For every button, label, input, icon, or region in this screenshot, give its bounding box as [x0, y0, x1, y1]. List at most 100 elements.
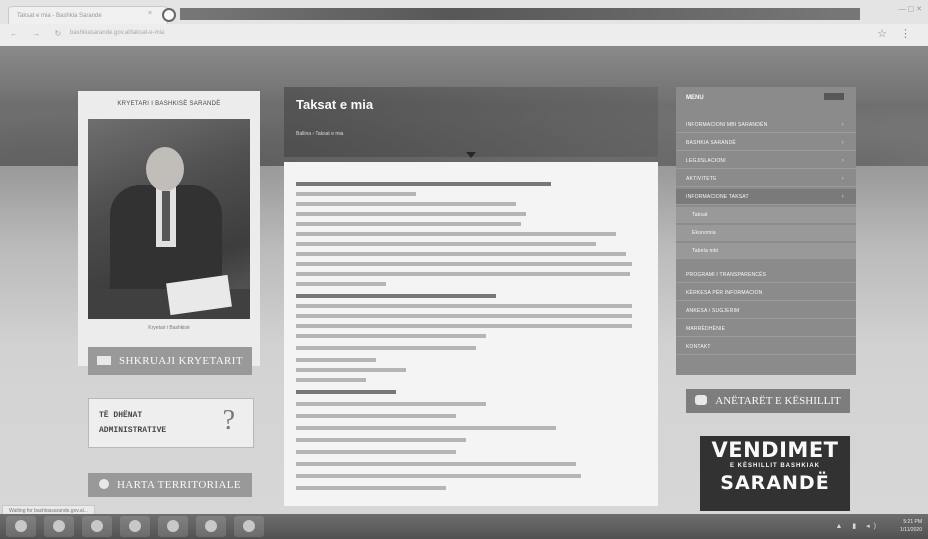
admin-line2: ADMINISTRATIVE: [99, 426, 167, 435]
person-tie: [162, 191, 170, 241]
menu-subitem-economy[interactable]: Ekonomia: [676, 225, 856, 241]
text-line: [296, 314, 632, 318]
menu-item-information[interactable]: INFORMACIONI MBI SARANDËN ›: [676, 117, 856, 133]
windows-icon: [15, 520, 27, 532]
menu-item-complaints[interactable]: ANKESA / SUGJERIM: [676, 303, 856, 319]
browser-menu-icons[interactable]: ☆ ⋮: [877, 27, 916, 40]
mayor-caption: Kryetari i Bashkisë: [148, 325, 190, 331]
text-line: [296, 346, 476, 350]
text-line: [296, 272, 630, 276]
browser-tab[interactable]: Taksat e mia - Bashkia Sarande: [8, 6, 168, 25]
menu-item-label: Ekonomia: [692, 230, 716, 236]
taskbar-word[interactable]: [196, 516, 226, 537]
new-tab-button[interactable]: [162, 8, 176, 22]
menu-subitem-table[interactable]: Tabela mbi: [676, 243, 856, 259]
text-line: [296, 202, 516, 206]
media-icon: [243, 520, 255, 532]
app-icon: [129, 520, 141, 532]
menu-item-taxes[interactable]: INFORMACIONE TAKSAT ›: [676, 189, 856, 205]
chrome-icon: [167, 520, 179, 532]
menu-item-activities[interactable]: AKTIVITETE ›: [676, 171, 856, 187]
text-line: [296, 414, 456, 418]
vendimet-line1: VENDIMET: [711, 438, 839, 462]
address-bar: ← → ↻ bashkiasarande.gov.al/taksat-e-mia…: [0, 24, 928, 47]
mayor-photo[interactable]: [88, 119, 250, 319]
menu-item-label: KËRKESA PËR INFORMACION: [686, 290, 763, 296]
folder-icon: [91, 520, 103, 532]
breadcrumb[interactable]: Ballina › Taksat e mia: [296, 131, 343, 137]
close-tab-icon[interactable]: ×: [148, 10, 152, 17]
text-line: [296, 212, 526, 216]
menu-item-legislation[interactable]: LEGJISLACIONI ›: [676, 153, 856, 169]
text-line: [296, 358, 376, 362]
menu-item-label: LEGJISLACIONI: [686, 158, 726, 164]
menu-item-label: BASHKIA SARANDË: [686, 140, 736, 146]
admin-line1: TË DHËNAT: [99, 411, 143, 420]
menu-item-information-request[interactable]: KËRKESA PËR INFORMACION: [676, 285, 856, 301]
taskbar-app[interactable]: [120, 516, 150, 537]
vendimet-line2: E KËSHILLIT BASHKIAK: [729, 463, 820, 469]
question-mark-icon: ?: [222, 405, 235, 436]
header-notch: [466, 152, 476, 158]
text-line: [296, 294, 496, 298]
mayor-title: KRYETARI I BASHKISË SARANDË: [117, 101, 221, 107]
window-controls[interactable]: — ▢ ✕: [899, 5, 922, 13]
hamburger-icon[interactable]: [824, 93, 844, 100]
text-line: [296, 222, 521, 226]
menu-title: MENU: [686, 95, 704, 101]
menu-item-label: MARRËDHËNIE: [686, 326, 726, 332]
clock-date: 1/11/2020: [900, 527, 922, 533]
main-menu: MENU INFORMACIONI MBI SARANDËN › BASHKIA …: [676, 87, 856, 375]
text-line: [296, 182, 551, 186]
text-line: [296, 282, 386, 286]
toolbar-strip: [180, 8, 860, 20]
chevron-right-icon: ›: [841, 122, 844, 128]
menu-item-label: INFORMACIONE TAKSAT: [686, 194, 749, 200]
menu-item-municipality[interactable]: BASHKIA SARANDË ›: [676, 135, 856, 151]
page-title: Taksat e mia: [296, 97, 374, 112]
taskbar-ie[interactable]: [44, 516, 74, 537]
text-line: [296, 486, 446, 490]
menu-subitem-taxes[interactable]: Taksat: [676, 207, 856, 223]
menu-item-contact[interactable]: KONTAKT: [676, 339, 856, 355]
menu-item-label: KONTAKT: [686, 344, 711, 350]
internet-explorer-icon: [53, 520, 65, 532]
administrative-data-button[interactable]: TË DHËNAT ADMINISTRATIVE ?: [88, 398, 254, 448]
content-header: Taksat e mia Ballina › Taksat e mia: [284, 87, 658, 157]
council-members-button[interactable]: ANËTARËT E KËSHILLIT: [686, 389, 850, 413]
menu-item-label: INFORMACIONI MBI SARANDËN: [686, 122, 768, 128]
menu-item-label: AKTIVITETE: [686, 176, 717, 182]
menu-item-relations[interactable]: MARRËDHËNIE: [676, 321, 856, 337]
chevron-right-icon: ›: [841, 176, 844, 182]
taskbar-explorer[interactable]: [82, 516, 112, 537]
map-pin-icon: [98, 479, 109, 489]
url-field[interactable]: bashkiasarande.gov.al/taksat-e-mia: [70, 30, 164, 36]
mayor-panel: KRYETARI I BASHKISË SARANDË Kryetari i B…: [78, 91, 260, 366]
menu-item-label: Taksat: [692, 212, 708, 218]
council-decisions-banner[interactable]: VENDIMET E KËSHILLIT BASHKIAK SARANDË: [700, 436, 850, 511]
taskbar-chrome[interactable]: [158, 516, 188, 537]
envelope-icon: [97, 356, 112, 365]
taskbar-media[interactable]: [234, 516, 264, 537]
clock-time: 5:21 PM: [903, 519, 922, 525]
menu-item-label: PROGRAMI I TRANSPARENCËS: [686, 272, 767, 278]
text-line: [296, 192, 416, 196]
browser-tab-title: Taksat e mia - Bashkia Sarande: [17, 13, 102, 19]
text-line: [296, 324, 632, 328]
text-line: [296, 368, 406, 372]
text-line: [296, 474, 581, 478]
territorial-map-button[interactable]: HARTA TERRITORIALE: [88, 473, 252, 497]
start-button[interactable]: [6, 516, 36, 537]
council-members-label: ANËTARËT E KËSHILLIT: [715, 395, 841, 407]
taskbar-clock[interactable]: 5:21 PM 1/11/2020: [900, 518, 922, 534]
navigation-icons[interactable]: ← → ↻: [10, 29, 67, 38]
system-tray-icons[interactable]: ▲ ▮ ◂): [835, 522, 880, 530]
people-icon: [695, 395, 708, 405]
text-line: [296, 304, 632, 308]
content-body: [284, 162, 658, 506]
menu-item-label: Tabela mbi: [692, 248, 719, 254]
write-mayor-button[interactable]: SHKRUAJI KRYETARIT: [88, 347, 252, 375]
text-line: [296, 462, 576, 466]
menu-item-transparency[interactable]: PROGRAMI I TRANSPARENCËS: [676, 267, 856, 283]
text-line: [296, 450, 456, 454]
